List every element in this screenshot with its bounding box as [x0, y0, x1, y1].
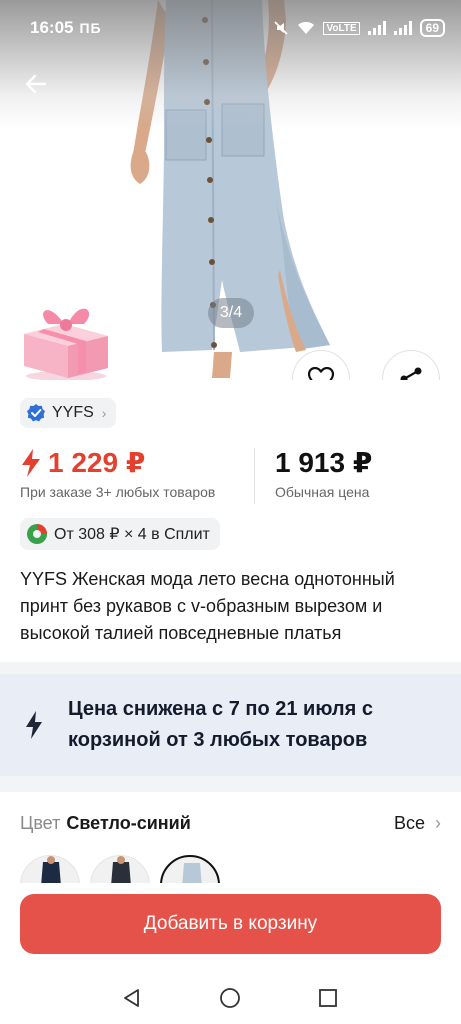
add-to-cart-button[interactable]: Добавить в корзину	[20, 894, 441, 954]
regular-price-note: Обычная цена	[275, 484, 370, 500]
promo-text: Цена снижена с 7 по 21 июля с корзиной о…	[68, 698, 373, 751]
product-title: YYFS Женская мода лето весна однотонный …	[20, 569, 395, 643]
price-block: 1 229 ₽ При заказе 3+ любых товаров 1 91…	[20, 446, 441, 508]
gift-icon[interactable]	[18, 290, 114, 380]
color-swatches	[20, 855, 441, 883]
nav-recents-icon	[319, 989, 337, 1007]
back-button[interactable]	[20, 68, 52, 100]
nav-back-button[interactable]	[120, 986, 144, 1010]
sale-price: 1 229 ₽	[48, 447, 146, 478]
mute-icon	[274, 21, 289, 35]
promo-banner[interactable]: Цена снижена с 7 по 21 июля с корзиной о…	[0, 674, 461, 776]
volte-label: VoLTE	[323, 21, 360, 35]
color-swatch-navy[interactable]	[20, 855, 80, 883]
promo-icon-wrap	[0, 710, 68, 740]
section-divider	[0, 662, 461, 674]
lightning-icon	[26, 711, 42, 739]
swatch-image	[111, 856, 131, 883]
verified-badge-icon	[27, 404, 45, 422]
wifi-icon	[298, 22, 315, 34]
section-divider	[0, 776, 461, 792]
swatch-image	[182, 863, 202, 883]
nav-home-icon	[220, 988, 240, 1008]
color-selector-header: Цвет Светло-синий Все ›	[20, 810, 441, 836]
color-swatch-dark[interactable]	[90, 855, 150, 883]
back-arrow-icon	[25, 74, 47, 94]
nav-home-button[interactable]	[218, 986, 242, 1010]
all-colors-link[interactable]: Все ›	[394, 813, 441, 834]
swatch-image	[41, 856, 61, 883]
status-right: VoLTE 69	[273, 19, 445, 37]
status-time: 16:05	[30, 18, 74, 37]
nav-recents-button[interactable]	[316, 986, 340, 1010]
signal-2-icon	[393, 21, 412, 35]
chevron-right-icon: ›	[101, 405, 107, 421]
image-counter: 3/4	[208, 298, 254, 328]
sale-price-note: При заказе 3+ любых товаров	[20, 484, 216, 500]
sale-price-row: 1 229 ₽	[20, 446, 145, 479]
color-value: Светло-синий	[66, 812, 191, 833]
lightning-icon	[22, 448, 40, 477]
nav-back-icon	[124, 989, 139, 1007]
product-gallery[interactable]: 16:05 ПБ VoLTE 69 3/4	[0, 0, 461, 380]
regular-price: 1 913 ₽	[275, 447, 373, 478]
system-nav-bar	[0, 968, 461, 1024]
seller-badge[interactable]: YYFS ›	[20, 398, 117, 428]
signal-icon	[367, 21, 386, 35]
split-logo-icon	[27, 524, 47, 544]
price-divider	[254, 448, 255, 504]
battery-indicator: 69	[419, 19, 445, 37]
chevron-right-icon: ›	[435, 812, 441, 833]
color-swatch-light-blue[interactable]	[160, 855, 220, 883]
status-carrier: ПБ	[79, 20, 102, 36]
status-bar: 16:05 ПБ VoLTE 69	[0, 0, 461, 56]
color-label: Цвет	[20, 812, 61, 833]
split-label: От 308 ₽ × 4 в Сплит	[54, 526, 210, 543]
seller-name: YYFS	[52, 404, 94, 421]
all-colors-label: Все	[393, 812, 425, 833]
share-icon	[400, 367, 422, 380]
heart-icon	[308, 367, 334, 380]
split-installment-chip[interactable]: От 308 ₽ × 4 в Сплит	[20, 518, 220, 550]
